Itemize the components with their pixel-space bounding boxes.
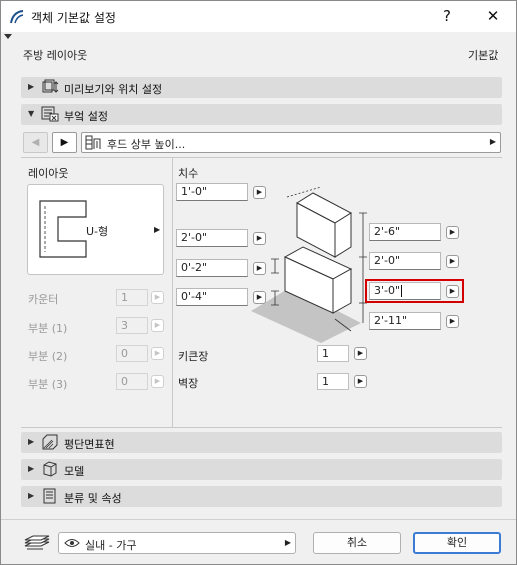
title-bar: 객체 기본값 설정 ? ✕ — [1, 1, 516, 32]
tall-cabinet-label: 키큰장 — [178, 350, 209, 363]
part3-label: 부분 (3) — [28, 378, 68, 391]
page-dropdown-value: 후드 상부 높이... — [107, 138, 186, 151]
shape-arrow-icon: ▶ — [154, 225, 161, 234]
dropdown-arrow-icon: ▶ — [489, 137, 496, 146]
part2-label: 부분 (2) — [28, 350, 68, 363]
layer-dropdown[interactable]: 실내 - 가구 ▶ — [58, 532, 296, 554]
section-model[interactable]: ▶ 모델 — [21, 459, 502, 480]
counter-arrow-button[interactable]: ▶ — [151, 291, 164, 304]
dimension-right-3-value: 3'-0" — [374, 284, 401, 297]
expand-arrow-icon: ▶ — [28, 464, 35, 473]
dimension-right-2-arrow-button[interactable]: ▶ — [446, 255, 459, 268]
section-classification[interactable]: ▶ 분류 및 속성 — [21, 486, 502, 507]
cabinet-dimension-illustration — [251, 186, 367, 343]
dimension-field-right-4[interactable]: 2'-11" — [369, 312, 441, 330]
section-model-label: 모델 — [64, 465, 85, 478]
wall-cabinet-label: 벽장 — [178, 377, 199, 390]
dimension-field-left-2[interactable]: 2'-0" — [176, 229, 248, 247]
layout-shape-label: U-형 — [86, 225, 109, 238]
dimension-left-2-arrow-button[interactable]: ▶ — [253, 232, 266, 245]
dimension-field-right-3[interactable]: 3'-0" — [369, 282, 441, 300]
counter-label: 카운터 — [28, 293, 59, 306]
classification-list-icon — [43, 488, 56, 504]
prev-page-button[interactable]: ◀ — [23, 132, 48, 153]
tall-cabinet-field[interactable]: 1 — [317, 345, 349, 362]
counter-field[interactable]: 1 — [116, 289, 148, 306]
footer-divider — [1, 519, 516, 520]
dimensions-heading: 치수 — [178, 167, 199, 180]
dimension-field-left-4[interactable]: 0'-4" — [176, 288, 248, 306]
window-title: 객체 기본값 설정 — [31, 11, 116, 25]
dimension-right-1-arrow-button[interactable]: ▶ — [446, 226, 459, 239]
dimension-right-3-arrow-button[interactable]: ▶ — [446, 285, 459, 298]
expand-arrow-icon: ▶ — [28, 491, 35, 500]
part1-arrow-button[interactable]: ▶ — [151, 319, 164, 332]
object-name: 주방 레이아웃 — [23, 49, 88, 62]
dimension-left-1-arrow-button[interactable]: ▶ — [253, 186, 266, 199]
section-parameters[interactable]: ▼ 부엌 설정 — [21, 104, 502, 125]
layer-stack-icon — [24, 535, 50, 550]
part3-arrow-button[interactable]: ▶ — [151, 375, 164, 388]
section-floor-plan-label: 평단면표현 — [64, 438, 115, 451]
collapse-arrow-icon: ▼ — [28, 109, 35, 118]
eye-icon — [64, 539, 80, 547]
help-button[interactable]: ? — [425, 1, 469, 32]
expand-arrow-icon: ▶ — [28, 82, 35, 91]
model-cube-icon — [43, 461, 57, 477]
part3-field[interactable]: 0 — [116, 373, 148, 390]
part2-field[interactable]: 0 — [116, 345, 148, 362]
layout-heading: 레이아웃 — [28, 167, 69, 180]
object-settings-dialog: 객체 기본값 설정 ? ✕ 주방 레이아웃 기본값 ▶ 미리보기와 위치 설정 … — [0, 0, 517, 565]
divider-top — [21, 157, 502, 158]
dimension-left-3-arrow-button[interactable]: ▶ — [253, 262, 266, 275]
preview-position-icon — [42, 79, 59, 93]
wall-cabinet-arrow-button[interactable]: ▶ — [354, 375, 367, 388]
dimension-field-right-2[interactable]: 2'-0" — [369, 252, 441, 270]
archicad-logo-icon — [10, 10, 24, 24]
tall-cabinet-arrow-button[interactable]: ▶ — [354, 347, 367, 360]
collapse-corner-icon[interactable] — [4, 34, 12, 39]
dimension-right-4-arrow-button[interactable]: ▶ — [446, 315, 459, 328]
text-cursor — [401, 285, 403, 297]
section-floor-plan[interactable]: ▶ 평단면표현 — [21, 432, 502, 453]
divider-vertical — [172, 157, 173, 427]
page-dropdown-icon — [85, 135, 101, 150]
dimension-field-left-1[interactable]: 1'-0" — [176, 183, 248, 201]
part2-arrow-button[interactable]: ▶ — [151, 347, 164, 360]
ok-button[interactable]: 확인 — [413, 532, 501, 554]
floor-plan-section-icon — [42, 434, 58, 450]
parameter-page-dropdown[interactable]: 후드 상부 높이... ▶ — [81, 132, 501, 153]
section-parameters-label: 부엌 설정 — [64, 110, 108, 123]
dimension-field-right-1[interactable]: 2'-6" — [369, 223, 441, 241]
dimension-left-4-arrow-button[interactable]: ▶ — [253, 291, 266, 304]
wall-cabinet-field[interactable]: 1 — [317, 373, 349, 390]
part1-field[interactable]: 3 — [116, 317, 148, 334]
expand-arrow-icon: ▶ — [28, 437, 35, 446]
defaults-label: 기본값 — [468, 49, 499, 62]
layer-dropdown-arrow-icon: ▶ — [284, 538, 291, 547]
kitchen-settings-icon — [41, 106, 59, 122]
part1-label: 부분 (1) — [28, 322, 68, 335]
section-preview-label: 미리보기와 위치 설정 — [64, 83, 163, 96]
next-page-button[interactable]: ▶ — [52, 132, 77, 153]
layer-dropdown-value: 실내 - 가구 — [85, 539, 137, 552]
cancel-button[interactable]: 취소 — [313, 532, 401, 554]
close-button[interactable]: ✕ — [471, 1, 515, 32]
layout-shape-selector[interactable]: U-형 ▶ — [27, 184, 164, 275]
dimension-field-left-3[interactable]: 0'-2" — [176, 259, 248, 277]
section-classification-label: 분류 및 속성 — [64, 492, 122, 505]
u-shape-icon — [39, 200, 87, 258]
section-preview[interactable]: ▶ 미리보기와 위치 설정 — [21, 77, 502, 98]
divider-bottom — [21, 427, 502, 428]
